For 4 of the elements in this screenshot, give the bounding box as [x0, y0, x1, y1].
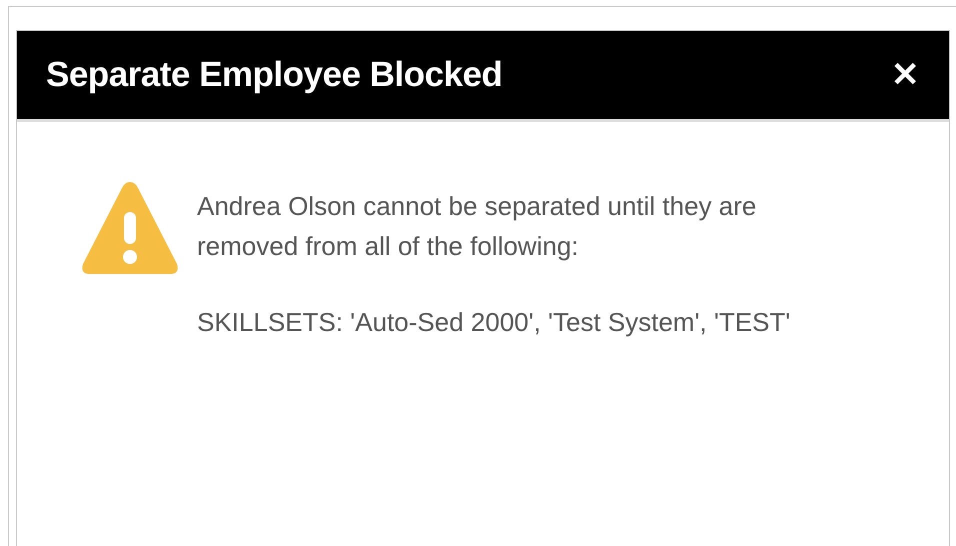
details-text: SKILLSETS: 'Auto-Sed 2000', 'Test System', 'TEST' [197, 306, 792, 339]
dialog-title: Separate Employee Blocked [46, 55, 502, 95]
message-text: Andrea Olson cannot be separated until they are removed from all of the following: [197, 190, 758, 263]
close-button[interactable]: ✕ [891, 58, 919, 92]
